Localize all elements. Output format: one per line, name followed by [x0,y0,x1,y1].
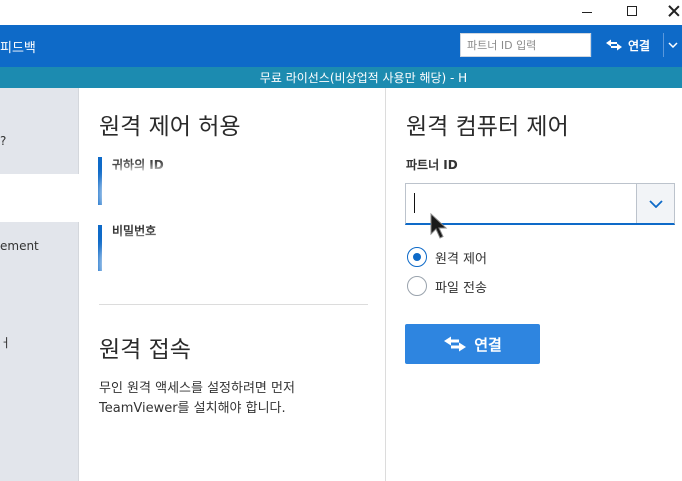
sidebar-item-management[interactable]: ement [0,239,39,253]
your-id-value-redacted [105,172,297,216]
maximize-icon [627,6,637,16]
your-id-label: 귀하의 ID [112,158,164,172]
text-caret [414,193,415,213]
mouse-pointer-icon [430,212,448,239]
close-button[interactable] [652,0,682,22]
radio-file-transfer[interactable]: 파일 전송 [407,276,487,296]
header-connect-label: 연결 [627,38,651,53]
sidebar-item-active[interactable] [0,174,79,222]
radio-file-transfer-label: 파일 전송 [435,280,487,296]
radio-remote-control[interactable]: 원격 제어 [407,247,487,267]
sidebar-item-help[interactable]: ? [0,134,6,148]
header-connect-dropdown[interactable] [663,33,682,57]
chevron-down-icon [668,42,678,48]
sidebar-item-other[interactable]: ㅓ [0,334,11,351]
swap-arrows-icon [605,39,622,51]
remote-access-title: 원격 접속 [99,337,191,363]
sidebar: ? ement ㅓ [0,88,79,481]
panel-separator [385,88,386,481]
connect-button-label: 연결 [474,335,502,354]
remote-access-description: 무인 원격 액세스를 설정하려면 먼저 TeamViewer를 설치해야 합니다… [99,381,295,416]
your-id-accent [98,157,102,205]
close-icon [668,5,680,17]
radio-button-unchecked[interactable] [407,276,427,296]
license-banner: 무료 라이선스(비상업적 사용만 해당) - H [0,67,682,88]
radio-remote-control-label: 원격 제어 [435,251,487,267]
feedback-link[interactable]: 피드백 [0,37,36,56]
header-partner-id-input[interactable] [460,33,591,57]
partner-id-label: 파트너 ID [406,158,458,172]
section-divider [99,304,368,305]
chevron-down-icon [648,199,663,208]
window-title-bar [0,0,682,25]
connect-button[interactable]: 연결 [405,324,540,364]
partner-id-dropdown-button[interactable] [636,184,674,223]
password-accent [98,225,102,271]
minimize-icon [582,11,592,13]
minimize-button[interactable] [565,0,609,22]
password-value-redacted [105,242,248,286]
swap-arrows-icon [444,336,467,352]
control-remote-title: 원격 컴퓨터 제어 [406,114,569,140]
password-label: 비밀번호 [112,224,157,238]
header-connect-button[interactable]: 연결 [591,33,663,57]
allow-remote-title: 원격 제어 허용 [99,114,241,140]
radio-button-checked[interactable] [407,247,427,267]
app-header: 피드백 연결 [0,25,682,67]
maximize-button[interactable] [610,0,654,22]
